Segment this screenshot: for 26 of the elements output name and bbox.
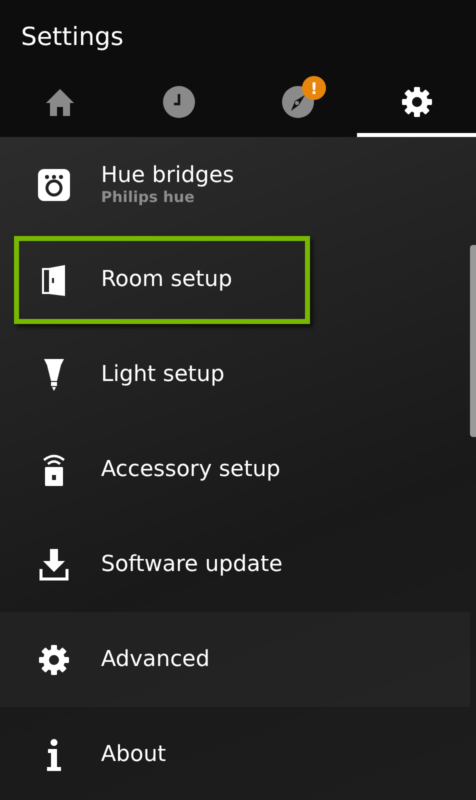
door-icon <box>42 264 66 296</box>
screen-title: Settings <box>20 21 125 53</box>
menu-item[interactable]: Hue bridges Philips hue <box>0 137 470 232</box>
menu-item[interactable]: Light setup <box>0 327 470 422</box>
bulb-icon <box>44 358 64 390</box>
menu-item[interactable]: Accessory setup <box>0 422 470 517</box>
alert-badge: ! <box>302 76 326 100</box>
menu-item[interactable]: About <box>0 707 470 800</box>
menu-item[interactable]: Advanced <box>0 612 470 707</box>
item-label: Light setup <box>101 362 224 387</box>
menu-item[interactable]: Software update <box>0 517 470 612</box>
item-label: Accessory setup <box>101 457 280 482</box>
bridge-icon <box>38 168 70 200</box>
item-label: Hue bridges <box>101 163 234 188</box>
clock-icon <box>162 86 194 118</box>
settings-icon <box>400 86 432 118</box>
item-subtitle: Philips hue <box>101 188 196 206</box>
info-icon <box>46 738 62 770</box>
item-label: Software update <box>101 552 282 577</box>
remote-icon <box>42 454 66 486</box>
settings-icon <box>38 644 70 676</box>
item-label: Advanced <box>101 647 210 672</box>
scrollbar[interactable] <box>470 245 476 437</box>
download-icon <box>39 548 69 580</box>
item-label: About <box>101 742 166 767</box>
item-label: Room setup <box>101 267 232 292</box>
